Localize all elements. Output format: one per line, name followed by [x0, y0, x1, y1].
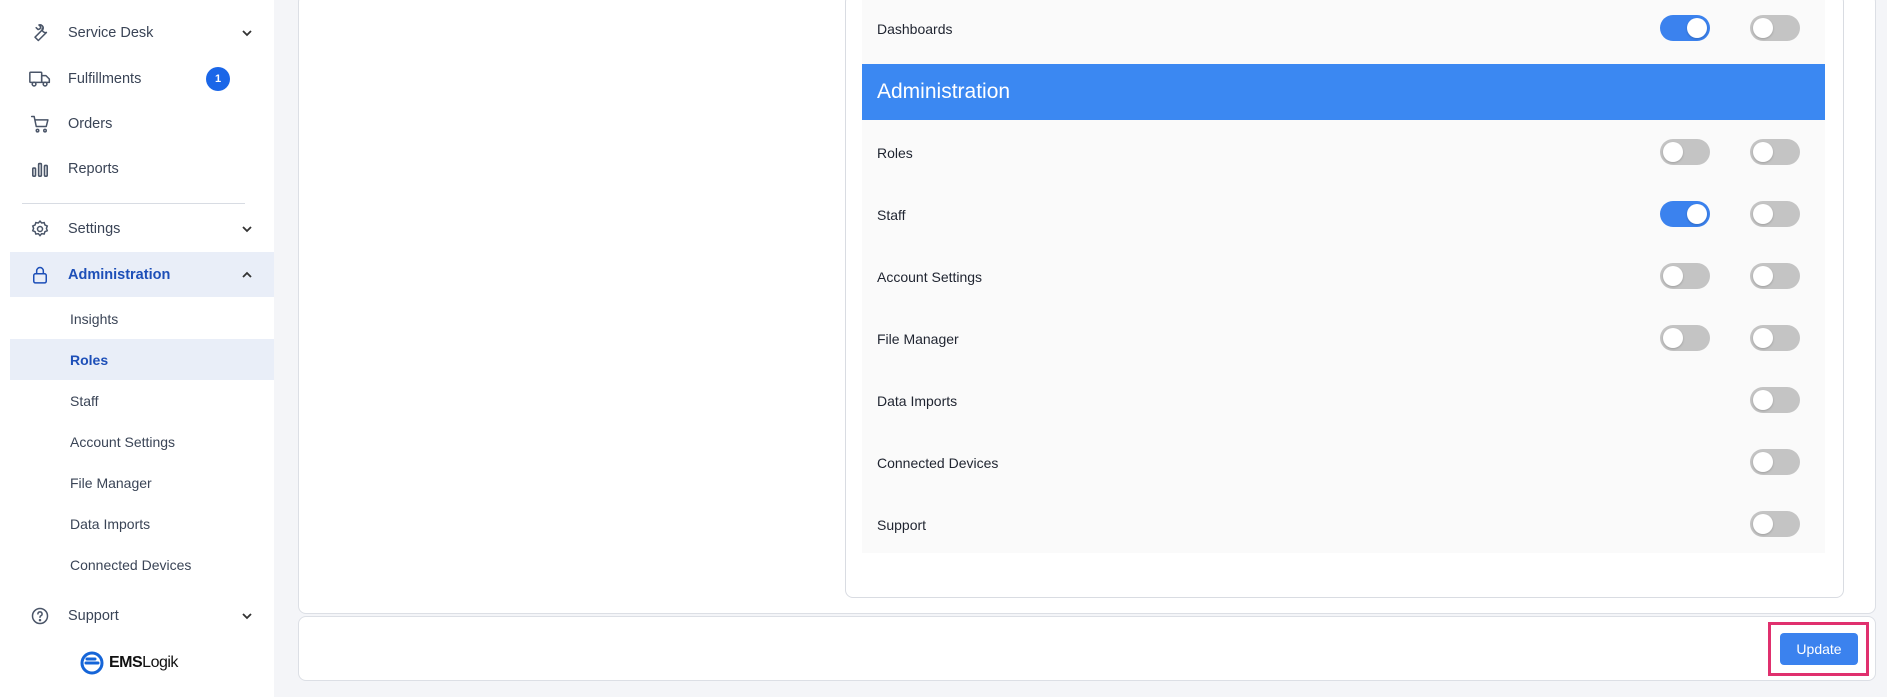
- ems-logik-logo: EMSLogik: [80, 650, 178, 676]
- section-title: Administration: [877, 80, 1011, 103]
- gear-icon: [28, 217, 52, 241]
- bar-chart-icon: [28, 157, 52, 181]
- sidebar-divider: [22, 203, 245, 204]
- toggle-file-manager-col1[interactable]: [1660, 325, 1710, 351]
- lock-icon: [28, 263, 52, 287]
- logo-wordmark: EMSLogik: [109, 654, 178, 672]
- fulfillments-count-badge: 1: [206, 66, 230, 91]
- toggle-connected-devices-col2[interactable]: [1750, 449, 1800, 475]
- toggle-staff-col1[interactable]: [1660, 201, 1710, 227]
- nav-label-reports: Reports: [68, 160, 119, 177]
- nav-label-support: Support: [68, 607, 119, 624]
- help-circle-icon: [28, 604, 52, 628]
- toggle-roles-col1[interactable]: [1660, 139, 1710, 165]
- toggle-data-imports-col2[interactable]: [1750, 387, 1800, 413]
- truck-icon: [28, 67, 52, 91]
- perm-label-support: Support: [877, 517, 927, 533]
- subnav-label: File Manager: [70, 474, 152, 491]
- subnav-item-connected-devices[interactable]: Connected Devices: [10, 544, 274, 585]
- toggle-support-col2[interactable]: [1750, 511, 1800, 537]
- toggle-account-settings-col2[interactable]: [1750, 263, 1800, 289]
- nav-item-service-desk[interactable]: Service Desk: [10, 10, 274, 55]
- subnav-label: Account Settings: [70, 433, 176, 450]
- subnav-item-data-imports[interactable]: Data Imports: [10, 503, 274, 544]
- perm-label-connected-devices: Connected Devices: [877, 455, 999, 471]
- nav-item-fulfillments[interactable]: Fulfillments 1: [10, 56, 274, 101]
- perm-label-staff: Staff: [877, 207, 906, 223]
- nav-label-fulfillments: Fulfillments: [68, 70, 142, 87]
- nav-item-orders[interactable]: Orders: [10, 101, 274, 146]
- subnav-label: Connected Devices: [70, 556, 192, 573]
- subnav-label: Insights: [70, 310, 119, 327]
- chevron-up-icon: [242, 271, 252, 278]
- nav-item-reports[interactable]: Reports: [10, 146, 274, 191]
- subnav-item-file-manager[interactable]: File Manager: [10, 462, 274, 503]
- subnav-label: Staff: [70, 392, 99, 409]
- wrench-icon: [28, 21, 52, 45]
- chevron-down-icon: [242, 29, 252, 36]
- perm-label-file-manager: File Manager: [877, 331, 959, 347]
- subnav-label: Roles: [70, 351, 109, 368]
- subnav-label: Data Imports: [70, 515, 151, 532]
- sidebar: Service Desk Fulfillments 1 Orders Repor…: [0, 0, 274, 697]
- nav-label-settings: Settings: [68, 220, 121, 237]
- toggle-dashboards-col1[interactable]: [1660, 15, 1710, 41]
- chevron-down-icon: [242, 225, 252, 232]
- update-button[interactable]: Update: [1780, 633, 1858, 665]
- nav-label-orders: Orders: [68, 115, 113, 132]
- perm-label-roles: Roles: [877, 145, 913, 161]
- nav-item-settings[interactable]: Settings: [10, 206, 274, 251]
- nav-label-administration: Administration: [68, 266, 171, 283]
- toggle-file-manager-col2[interactable]: [1750, 325, 1800, 351]
- logo-suffix: Logik: [142, 654, 178, 671]
- toggle-roles-col2[interactable]: [1750, 139, 1800, 165]
- ems-logo-icon: [80, 651, 104, 675]
- subnav-item-account-settings[interactable]: Account Settings: [10, 421, 274, 462]
- logo-brand: EMS: [109, 654, 143, 671]
- nav-item-support[interactable]: Support: [10, 593, 274, 638]
- subnav-item-staff[interactable]: Staff: [10, 380, 274, 421]
- nav-label-service-desk: Service Desk: [68, 24, 154, 41]
- perm-label-dashboards: Dashboards: [877, 21, 953, 37]
- cart-icon: [28, 112, 52, 136]
- nav-item-administration[interactable]: Administration: [10, 252, 274, 297]
- toggle-dashboards-col2[interactable]: [1750, 15, 1800, 41]
- footer-bar: [298, 616, 1876, 681]
- perm-label-account-settings: Account Settings: [877, 269, 983, 285]
- toggle-account-settings-col1[interactable]: [1660, 263, 1710, 289]
- toggle-staff-col2[interactable]: [1750, 201, 1800, 227]
- chevron-down-icon: [242, 612, 252, 619]
- perm-label-data-imports: Data Imports: [877, 393, 958, 409]
- section-header-administration: Administration: [862, 64, 1825, 120]
- subnav-item-roles[interactable]: Roles: [10, 339, 274, 380]
- subnav-item-insights[interactable]: Insights: [10, 298, 274, 339]
